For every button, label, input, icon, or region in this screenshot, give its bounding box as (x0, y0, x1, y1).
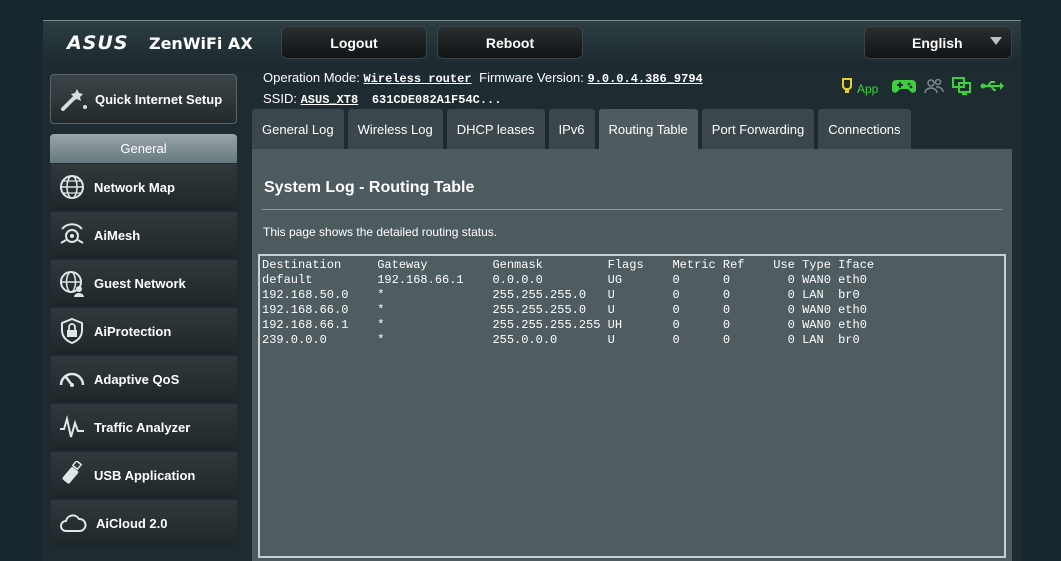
sidebar-item-label: Network Map (94, 179, 175, 195)
chevron-down-icon (990, 37, 1002, 45)
op-mode-label: Operation Mode: (263, 70, 360, 85)
firmware-label: Firmware Version: (479, 70, 584, 85)
gauge-icon (59, 372, 85, 387)
tab-wireless-log[interactable]: Wireless Log (347, 109, 443, 149)
brand: ASUS ZenWiFi AX (67, 32, 253, 54)
sidebar-item-network-map[interactable]: Network Map (51, 164, 237, 210)
sidebar-item-adaptive-qos[interactable]: Adaptive QoS (51, 356, 237, 402)
language-value: English (912, 34, 963, 51)
globe-icon (60, 175, 84, 199)
ssid-label: SSID: (263, 91, 297, 106)
routing-table-box[interactable]: Destination Gateway Genmask Flags Metric… (258, 254, 1006, 558)
page-description: This page shows the detailed routing sta… (263, 225, 498, 239)
sidebar-item-aiprotection[interactable]: AiProtection (51, 308, 237, 354)
general-section-header: General (50, 134, 237, 163)
app-label[interactable]: App (857, 82, 878, 96)
log-tabs: General Log Wireless Log DHCP leases IPv… (252, 109, 915, 149)
ssid-extra: 631CDE082A1F54C... (371, 93, 502, 107)
logout-button[interactable]: Logout (281, 26, 427, 59)
network-icon[interactable] (952, 77, 972, 100)
tab-connections[interactable]: Connections (818, 109, 911, 149)
sidebar-item-label: AiProtection (94, 323, 172, 339)
sidebar-item-label: AiMesh (94, 227, 141, 243)
divider (262, 209, 1002, 210)
tab-dhcp-leases[interactable]: DHCP leases (446, 109, 545, 149)
tab-general-log[interactable]: General Log (252, 109, 344, 149)
tab-ipv6[interactable]: IPv6 (548, 109, 595, 149)
router-window: ASUS ZenWiFi AX Logout Reboot English Op… (43, 20, 1021, 561)
sidebar-item-label: Guest Network (94, 275, 186, 291)
op-mode-link[interactable]: Wireless router (363, 72, 471, 86)
aimesh-icon (60, 223, 84, 244)
sidebar-item-label: AiCloud 2.0 (96, 515, 168, 531)
sidebar-item-label: USB Application (94, 467, 196, 483)
language-select[interactable]: English (864, 26, 1012, 59)
ssid-link[interactable]: ASUS_XT8 (301, 93, 359, 107)
page-title: System Log - Routing Table (264, 179, 475, 196)
clients-icon[interactable] (924, 78, 945, 99)
status-icons: App (833, 77, 1005, 100)
sidebar-item-label: Adaptive QoS (94, 371, 180, 387)
sidebar-item-label: Traffic Analyzer (94, 419, 191, 435)
header-bar: ASUS ZenWiFi AX Logout Reboot English (43, 21, 1021, 65)
usb-icon[interactable] (980, 79, 1005, 98)
sidebar-menu: Network Map AiMesh Guest Network AiProte… (51, 164, 237, 548)
quick-internet-setup-label: Quick Internet Setup (95, 91, 223, 107)
routing-table-text: Destination Gateway Genmask Flags Metric… (262, 258, 875, 347)
content-panel: System Log - Routing Table This page sho… (252, 149, 1012, 561)
status-info: Operation Mode: Wireless router Firmware… (263, 68, 703, 110)
sidebar-item-traffic-analyzer[interactable]: Traffic Analyzer (51, 404, 237, 450)
tab-routing-table[interactable]: Routing Table (598, 109, 698, 149)
cloud-icon (60, 514, 87, 532)
quick-internet-setup-button[interactable]: Quick Internet Setup (50, 74, 237, 124)
app-icon[interactable] (841, 78, 853, 99)
tab-port-forwarding[interactable]: Port Forwarding (701, 109, 815, 149)
usb-stick-icon (62, 461, 83, 484)
asus-logo: ASUS (67, 32, 129, 54)
model-name: ZenWiFi AX (148, 34, 253, 53)
guest-network-icon (60, 271, 84, 297)
wand-icon (61, 89, 87, 111)
sidebar-item-aicloud[interactable]: AiCloud 2.0 (51, 500, 237, 546)
waveform-icon (60, 415, 84, 438)
sidebar-item-aimesh[interactable]: AiMesh (51, 212, 237, 258)
reboot-button[interactable]: Reboot (437, 26, 583, 59)
shield-lock-icon (61, 317, 83, 345)
firmware-link[interactable]: 9.0.0.4.386_9794 (588, 72, 703, 86)
sidebar-item-usb-application[interactable]: USB Application (51, 452, 237, 498)
gamepad-icon[interactable] (892, 78, 917, 99)
sidebar-item-guest-network[interactable]: Guest Network (51, 260, 237, 306)
